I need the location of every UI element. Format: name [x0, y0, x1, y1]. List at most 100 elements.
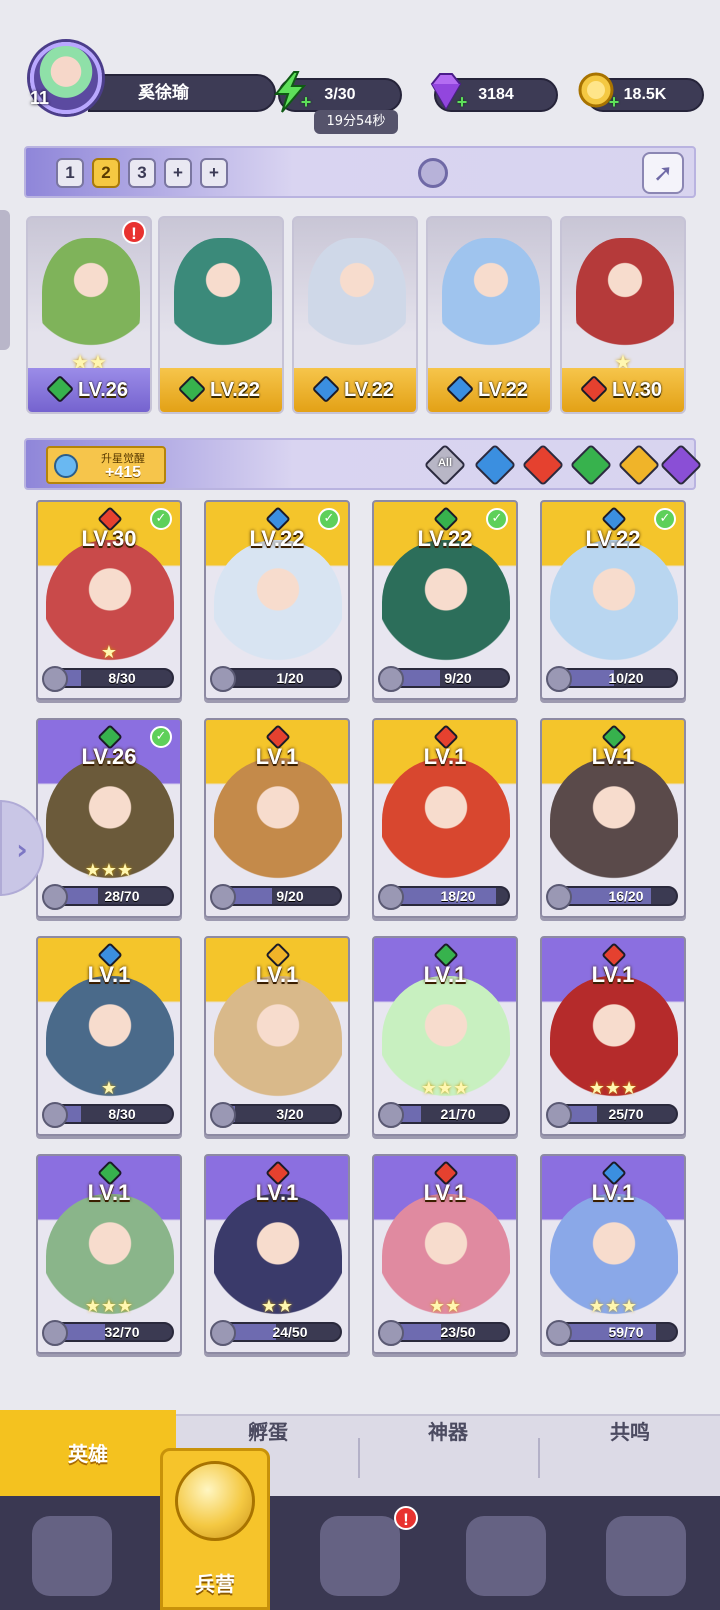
- tab-heroes[interactable]: 英雄: [0, 1410, 176, 1498]
- filter-wind-icon[interactable]: [569, 443, 613, 487]
- hero-card[interactable]: LV.1 ★★ 24/50: [204, 1154, 350, 1354]
- team-tab-2[interactable]: 2: [92, 158, 120, 188]
- hero-portrait: [174, 238, 272, 358]
- hero-card[interactable]: LV.1 ★★★ 21/70: [372, 936, 518, 1136]
- team-slot-3[interactable]: LV.22: [292, 216, 418, 414]
- gems-add-icon[interactable]: +: [454, 93, 470, 111]
- shard-progress-text: 9/20: [444, 670, 472, 686]
- team-tab-3[interactable]: 3: [128, 158, 156, 188]
- hero-level: LV.1: [87, 1180, 131, 1205]
- hero-card[interactable]: LV.1 ★★★ 25/70: [540, 936, 686, 1136]
- hero-card[interactable]: LV.26 ✓ ★★★ 28/70: [36, 718, 182, 918]
- magnifier-icon[interactable]: [418, 158, 448, 188]
- shard-progress-text: 16/20: [608, 888, 644, 904]
- hero-card[interactable]: LV.22 ✓ 1/20: [204, 500, 350, 700]
- team-add-button-1[interactable]: +: [164, 158, 192, 188]
- nav-barracks[interactable]: 兵营: [160, 1448, 270, 1610]
- team-add-button-2[interactable]: +: [200, 158, 228, 188]
- hero-stars: ★: [100, 1078, 118, 1099]
- hero-portrait: [214, 976, 342, 1106]
- soul-shard-icon: [42, 1320, 68, 1346]
- hero-card[interactable]: LV.30 ✓ ★ 8/30: [36, 500, 182, 700]
- team-slot-2[interactable]: LV.22: [158, 216, 284, 414]
- hero-level: LV.1: [423, 962, 467, 987]
- tab-resonance[interactable]: 共鸣: [540, 1416, 720, 1498]
- hero-level: LV.1: [423, 1180, 467, 1205]
- soul-shard-icon: [378, 1102, 404, 1128]
- gold-add-icon[interactable]: +: [606, 93, 622, 111]
- hero-portrait: [382, 758, 510, 888]
- hero-stars: ★★: [260, 1296, 294, 1317]
- hero-card[interactable]: LV.1 ★★★ 32/70: [36, 1154, 182, 1354]
- team-tab-1[interactable]: 1: [56, 158, 84, 188]
- key-icon: [54, 454, 78, 478]
- in-team-check-icon: ✓: [654, 508, 676, 530]
- shard-progress-text: 1/20: [276, 670, 304, 686]
- star-awaken-value: +415: [104, 464, 142, 481]
- shard-progress-text: 28/70: [104, 888, 140, 904]
- soul-shard-icon: [546, 666, 572, 692]
- soul-shard-icon: [210, 1320, 236, 1346]
- hero-card[interactable]: LV.1 18/20: [372, 718, 518, 918]
- cards-icon[interactable]: [32, 1516, 112, 1596]
- in-team-check-icon: ✓: [150, 726, 172, 748]
- hero-stars: ★★★: [588, 1078, 638, 1099]
- hero-card[interactable]: LV.22 ✓ 10/20: [540, 500, 686, 700]
- sub-tab-bar: 英雄 孵蛋 神器 共鸣: [0, 1410, 720, 1498]
- castle-icon[interactable]: [466, 1516, 546, 1596]
- hero-card[interactable]: LV.1 ★★ 23/50: [372, 1154, 518, 1354]
- shard-progress-text: 18/20: [440, 888, 476, 904]
- team-slot-4[interactable]: LV.22: [426, 216, 552, 414]
- shard-progress-text: 8/30: [108, 1106, 136, 1122]
- nav-barracks-label: 兵营: [195, 1572, 235, 1596]
- player-profile[interactable]: 奚徐瑜 11: [24, 38, 276, 118]
- tab-artifacts[interactable]: 神器: [360, 1416, 536, 1498]
- gems-value: 3184: [478, 86, 514, 103]
- energy-counter[interactable]: + 3/30: [273, 71, 402, 113]
- water-element-icon: [445, 374, 475, 404]
- filter-dark-icon[interactable]: [659, 443, 703, 487]
- star-awaken-button[interactable]: 升星觉醒 +415: [46, 446, 166, 484]
- gems-counter[interactable]: + 3184: [430, 73, 558, 112]
- hero-portrait: [42, 238, 140, 358]
- hero-level: LV.1: [255, 962, 299, 987]
- energy-add-icon[interactable]: +: [298, 93, 314, 111]
- tower-icon[interactable]: [606, 1516, 686, 1596]
- hero-portrait: [576, 238, 674, 358]
- filter-bar: 升星觉醒 +415 All: [24, 438, 703, 490]
- hero-level: LV.1: [87, 962, 131, 987]
- shard-progress-text: 9/20: [276, 888, 304, 904]
- fire-element-icon: [579, 374, 609, 404]
- map-icon[interactable]: [320, 1516, 400, 1596]
- slot-level: LV.22: [428, 368, 550, 412]
- soul-shard-icon: [378, 884, 404, 910]
- hero-card[interactable]: LV.1 16/20: [540, 718, 686, 918]
- team-slot-1[interactable]: ★★ LV.26: [26, 216, 152, 414]
- hero-level: LV.1: [591, 962, 635, 987]
- filter-fire-icon[interactable]: [521, 443, 565, 487]
- shard-progress-text: 8/30: [108, 670, 136, 686]
- hero-card[interactable]: LV.1 9/20: [204, 718, 350, 918]
- filter-light-icon[interactable]: [617, 443, 661, 487]
- filter-water-icon[interactable]: [473, 443, 517, 487]
- hero-portrait: [550, 758, 678, 888]
- slot-level-text: LV.22: [209, 379, 261, 401]
- hero-card[interactable]: LV.22 ✓ 9/20: [372, 500, 518, 700]
- soul-shard-icon: [42, 884, 68, 910]
- wind-element-icon: [177, 374, 207, 404]
- team-slot-5[interactable]: ★ LV.30: [560, 216, 686, 414]
- share-icon[interactable]: ➚: [642, 152, 684, 194]
- hero-card[interactable]: LV.1 3/20: [204, 936, 350, 1136]
- soul-shard-icon: [210, 1102, 236, 1128]
- shard-progress-text: 24/50: [272, 1324, 308, 1340]
- slot-level-text: LV.22: [343, 379, 395, 401]
- soul-shard-icon: [378, 666, 404, 692]
- slot-level: LV.22: [294, 368, 416, 412]
- hero-portrait: [308, 238, 406, 358]
- side-drawer-handle[interactable]: [0, 210, 10, 350]
- hero-card[interactable]: LV.1 ★★★ 59/70: [540, 1154, 686, 1354]
- gold-counter[interactable]: + 18.5K: [578, 72, 704, 112]
- hero-card[interactable]: LV.1 ★ 8/30: [36, 936, 182, 1136]
- soul-shard-icon: [42, 1102, 68, 1128]
- soul-shard-icon: [378, 1320, 404, 1346]
